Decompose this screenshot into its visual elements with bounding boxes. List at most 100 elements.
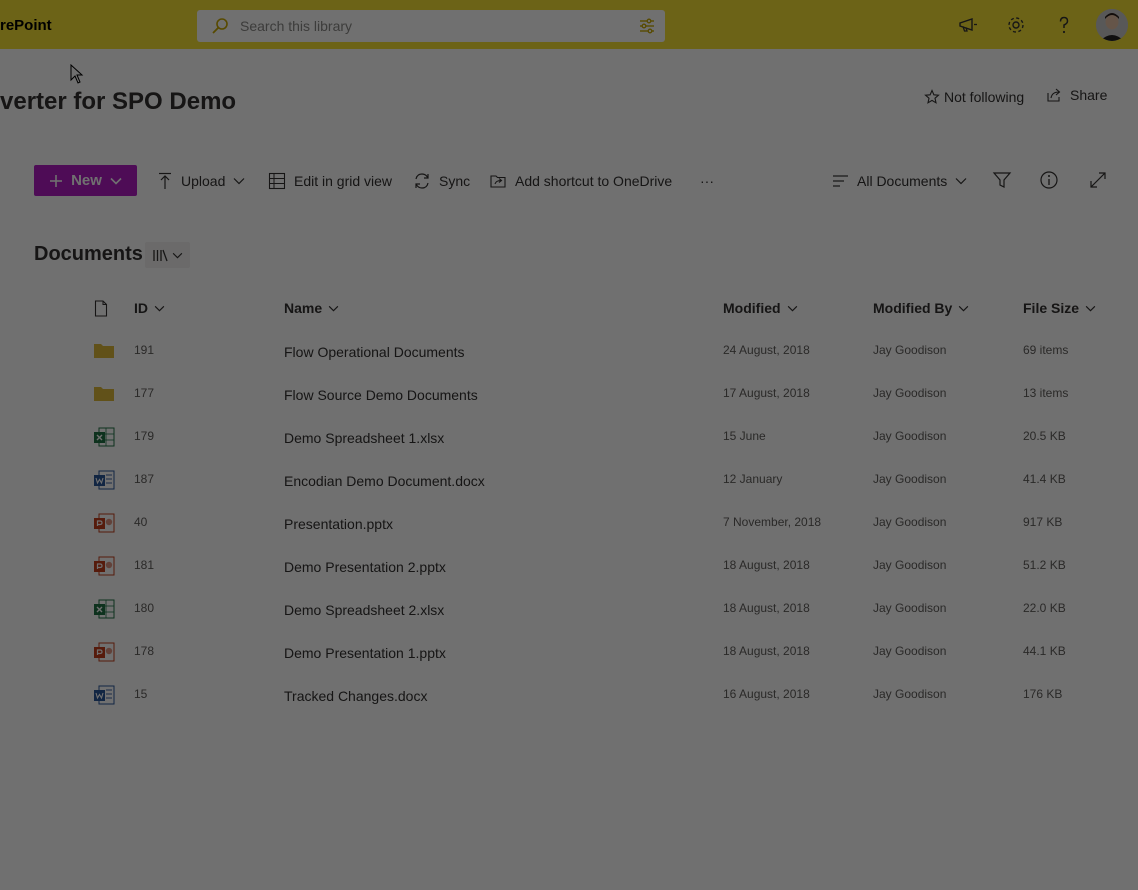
row-file-size: 51.2 KB: [1023, 558, 1066, 572]
row-name-link[interactable]: Tracked Changes.docx: [284, 688, 427, 704]
gear-icon[interactable]: [1005, 14, 1027, 36]
follow-button[interactable]: Not following: [924, 89, 1024, 105]
row-file-size: 20.5 KB: [1023, 429, 1066, 443]
sync-button[interactable]: Sync: [413, 170, 470, 192]
table-row[interactable]: 187 Encodian Demo Document.docx 12 Janua…: [0, 470, 1138, 513]
row-modified-by[interactable]: Jay Goodison: [873, 601, 946, 615]
row-id: 180: [134, 601, 155, 615]
chevron-down-icon: [172, 252, 183, 258]
more-icon: ···: [700, 173, 714, 189]
row-name-link[interactable]: Flow Source Demo Documents: [284, 387, 478, 403]
chevron-down-icon: [955, 178, 967, 185]
sync-label: Sync: [439, 173, 471, 189]
help-icon[interactable]: [1053, 14, 1075, 36]
chevron-down-icon: [787, 305, 797, 311]
table-row[interactable]: 179 Demo Spreadsheet 1.xlsx 15 June Jay …: [0, 427, 1138, 470]
row-name-link[interactable]: Demo Presentation 1.pptx: [284, 645, 446, 661]
chevron-down-icon: [959, 305, 969, 311]
search-icon: [212, 18, 228, 34]
megaphone-icon[interactable]: [957, 14, 979, 36]
row-name-link[interactable]: Presentation.pptx: [284, 516, 393, 532]
search-input[interactable]: Search this library: [240, 18, 352, 34]
row-name-link[interactable]: Demo Spreadsheet 1.xlsx: [284, 430, 444, 446]
row-modified-by[interactable]: Jay Goodison: [873, 386, 946, 400]
row-id: 178: [134, 644, 155, 658]
file-type-icon: [93, 685, 115, 707]
row-modified-by[interactable]: Jay Goodison: [873, 343, 946, 357]
site-title: verter for SPO Demo: [0, 88, 237, 115]
row-modified-by[interactable]: Jay Goodison: [873, 429, 946, 443]
search-options-icon[interactable]: [638, 17, 656, 35]
row-file-size: 69 items: [1023, 343, 1069, 357]
chevron-down-icon: [328, 305, 339, 311]
row-name-link[interactable]: Demo Presentation 2.pptx: [284, 559, 446, 575]
row-modified-by[interactable]: Jay Goodison: [873, 558, 946, 572]
row-id: 191: [134, 343, 155, 357]
filter-icon[interactable]: [992, 170, 1012, 190]
row-name-link[interactable]: Flow Operational Documents: [284, 344, 465, 360]
table-row[interactable]: 177 Flow Source Demo Documents 17 August…: [0, 384, 1138, 427]
row-modified: 18 August, 2018: [723, 558, 810, 572]
chevron-down-icon: [1085, 305, 1096, 311]
add-shortcut-button[interactable]: Add shortcut to OneDrive: [489, 170, 672, 192]
table-row[interactable]: 15 Tracked Changes.docx 16 August, 2018 …: [0, 685, 1138, 728]
fullscreen-icon[interactable]: [1088, 170, 1108, 190]
share-button[interactable]: Share: [1046, 87, 1107, 103]
column-header-id[interactable]: ID: [134, 300, 165, 316]
word-file-icon: [94, 685, 115, 705]
search-box[interactable]: Search this library: [197, 10, 665, 42]
row-name-link[interactable]: Demo Spreadsheet 2.xlsx: [284, 602, 444, 618]
info-icon[interactable]: [1039, 170, 1059, 190]
row-id: 179: [134, 429, 155, 443]
file-type-icon: [93, 599, 115, 621]
column-header-modified-by[interactable]: Modified By: [873, 300, 969, 316]
view-label: All Documents: [857, 173, 948, 189]
table-row[interactable]: 40 Presentation.pptx 7 November, 2018 Ja…: [0, 513, 1138, 556]
shortcut-icon: [490, 175, 506, 188]
new-button[interactable]: New: [34, 165, 137, 196]
user-photo-icon: [1096, 9, 1128, 41]
upload-button[interactable]: Upload: [157, 170, 245, 192]
row-name-link[interactable]: Encodian Demo Document.docx: [284, 473, 485, 489]
table-row[interactable]: 178 Demo Presentation 1.pptx 18 August, …: [0, 642, 1138, 685]
plus-icon: [50, 174, 63, 187]
row-modified-by[interactable]: Jay Goodison: [873, 515, 946, 529]
edit-grid-button[interactable]: Edit in grid view: [268, 170, 392, 192]
app-brand[interactable]: rePoint: [0, 17, 52, 34]
powerpoint-file-icon: [94, 556, 115, 576]
mouse-cursor-icon: [70, 63, 84, 89]
file-type-icon: [93, 341, 115, 363]
column-header-name[interactable]: Name: [284, 300, 339, 316]
row-modified: 17 August, 2018: [723, 386, 810, 400]
row-file-size: 13 items: [1023, 386, 1069, 400]
chevron-down-icon: [110, 177, 122, 185]
table-row[interactable]: 181 Demo Presentation 2.pptx 18 August, …: [0, 556, 1138, 599]
share-label: Share: [1070, 87, 1108, 103]
avatar[interactable]: [1096, 9, 1128, 41]
chevron-down-icon: [233, 178, 245, 185]
folder-icon: [94, 387, 114, 401]
file-type-icon: [93, 384, 115, 406]
column-header-file-size[interactable]: File Size: [1023, 300, 1096, 316]
row-id: 181: [134, 558, 155, 572]
chevron-down-icon: [154, 305, 165, 311]
star-icon: [924, 89, 940, 104]
row-modified: 12 January: [723, 472, 783, 486]
table-row[interactable]: 191 Flow Operational Documents 24 August…: [0, 341, 1138, 384]
column-header-modified[interactable]: Modified: [723, 300, 798, 316]
row-modified-by[interactable]: Jay Goodison: [873, 644, 946, 658]
row-modified-by[interactable]: Jay Goodison: [873, 472, 946, 486]
file-type-header-icon[interactable]: [94, 300, 108, 317]
list-icon: [833, 175, 848, 187]
table-row[interactable]: 180 Demo Spreadsheet 2.xlsx 18 August, 2…: [0, 599, 1138, 642]
file-type-icon: [93, 556, 115, 578]
row-modified: 24 August, 2018: [723, 343, 810, 357]
column-header-label: Modified: [723, 300, 781, 316]
view-selector[interactable]: All Documents: [832, 170, 967, 192]
library-view-switcher[interactable]: [145, 242, 190, 268]
file-type-icon: [93, 642, 115, 664]
powerpoint-file-icon: [94, 642, 115, 662]
row-modified-by[interactable]: Jay Goodison: [873, 687, 946, 701]
more-commands-button[interactable]: ···: [700, 170, 714, 192]
row-id: 15: [134, 687, 148, 701]
